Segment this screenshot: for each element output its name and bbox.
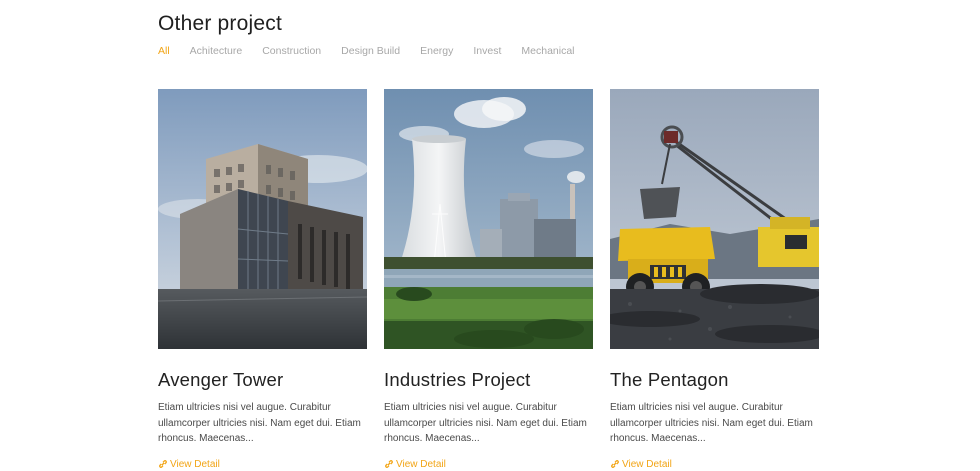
filter-tab-invest[interactable]: Invest <box>473 45 501 57</box>
project-title[interactable]: Avenger Tower <box>158 369 367 391</box>
filter-tab-mechanical[interactable]: Mechanical <box>521 45 574 57</box>
other-project-section: Other project All Achitecture Constructi… <box>0 0 980 471</box>
view-detail-link[interactable]: View Detail <box>610 459 819 470</box>
filter-tab-construction[interactable]: Construction <box>262 45 321 57</box>
link-icon <box>611 460 619 468</box>
view-detail-label: View Detail <box>622 458 672 470</box>
project-title[interactable]: Industries Project <box>384 369 593 391</box>
link-icon <box>385 460 393 468</box>
filter-tab-energy[interactable]: Energy <box>420 45 453 57</box>
building-photo[interactable] <box>158 89 367 349</box>
view-detail-label: View Detail <box>396 458 446 470</box>
filter-tab-all[interactable]: All <box>158 45 170 57</box>
section-title: Other project <box>158 12 282 35</box>
cooling-tower-photo[interactable] <box>384 89 593 349</box>
project-description: Etiam ultricies nisi vel augue. Curabitu… <box>610 402 813 444</box>
project-grid: Avenger Tower Etiam ultricies nisi vel a… <box>158 89 819 470</box>
project-card: Avenger Tower Etiam ultricies nisi vel a… <box>158 89 367 470</box>
filter-tab-architecture[interactable]: Achitecture <box>190 45 243 57</box>
view-detail-label: View Detail <box>170 458 220 470</box>
link-icon <box>159 460 167 468</box>
view-detail-link[interactable]: View Detail <box>384 459 593 470</box>
project-description: Etiam ultricies nisi vel augue. Curabitu… <box>384 402 587 444</box>
project-card: The Pentagon Etiam ultricies nisi vel au… <box>610 89 819 470</box>
view-detail-link[interactable]: View Detail <box>158 459 367 470</box>
project-title[interactable]: The Pentagon <box>610 369 819 391</box>
mining-truck-photo[interactable] <box>610 89 819 349</box>
project-card: Industries Project Etiam ultricies nisi … <box>384 89 593 470</box>
filter-tabs: All Achitecture Construction Design Buil… <box>158 45 595 57</box>
project-description: Etiam ultricies nisi vel augue. Curabitu… <box>158 402 361 444</box>
filter-tab-design-build[interactable]: Design Build <box>341 45 400 57</box>
